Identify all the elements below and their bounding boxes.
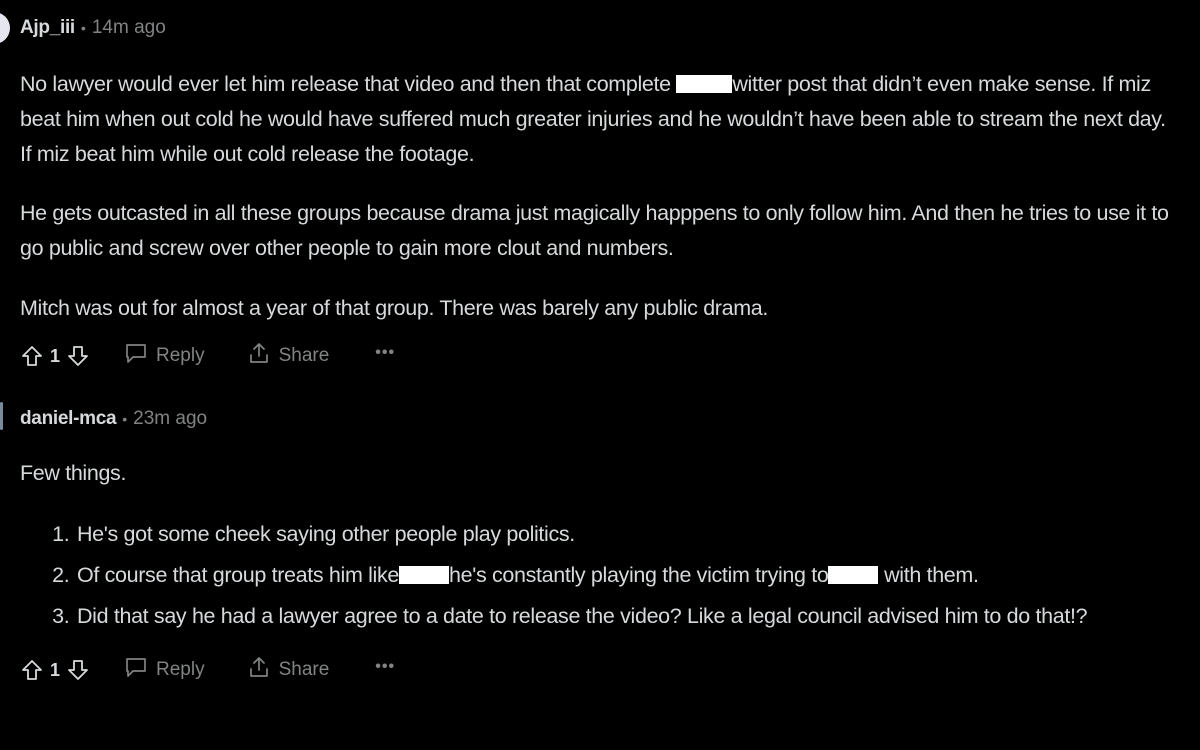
list-item-text: with them. xyxy=(878,563,979,587)
redaction-box xyxy=(828,566,879,584)
comment-actions: 1 Reply Share ••• xyxy=(20,339,1180,373)
comment: Ajp_iii • 14m ago No lawyer would ever l… xyxy=(20,13,1180,373)
share-button[interactable]: Share xyxy=(247,341,330,371)
list-item-text: Of course that group treats him like xyxy=(77,563,399,587)
comment-meta: daniel-mca • 23m ago xyxy=(20,404,1180,434)
reply-icon xyxy=(124,656,156,684)
share-icon xyxy=(247,341,279,371)
upvote-icon[interactable] xyxy=(20,658,44,682)
list-item-text: he's constantly playing the victim tryin… xyxy=(449,563,829,587)
redaction-box xyxy=(399,566,449,584)
list-item-text: He's got some cheek saying other people … xyxy=(77,522,575,546)
vote-controls: 1 xyxy=(20,344,90,368)
comment-intro: Few things. xyxy=(20,461,127,485)
comment-timestamp[interactable]: 14m ago xyxy=(92,17,166,39)
share-icon xyxy=(247,655,279,685)
more-icon[interactable]: ••• xyxy=(375,344,395,362)
thread-line[interactable] xyxy=(0,402,3,430)
reply-label: Reply xyxy=(156,659,205,680)
separator-dot: • xyxy=(122,411,128,427)
separator-dot: • xyxy=(80,20,86,36)
upvote-icon[interactable] xyxy=(20,344,44,368)
vote-count: 1 xyxy=(50,345,61,366)
comment-timestamp[interactable]: 23m ago xyxy=(133,408,207,430)
comment-text: No lawyer would ever let him release tha… xyxy=(20,72,677,96)
comment-meta: Ajp_iii • 14m ago xyxy=(20,13,1180,43)
share-label: Share xyxy=(278,659,330,680)
vote-count: 1 xyxy=(50,659,61,680)
comment-paragraph: No lawyer would ever let him release tha… xyxy=(20,67,1170,172)
comment-thread: Ajp_iii • 14m ago No lawyer would ever l… xyxy=(0,0,1200,750)
downvote-icon[interactable] xyxy=(66,658,90,682)
redaction-box xyxy=(676,75,733,93)
comment-paragraph: Mitch was out for almost a year of that … xyxy=(20,296,769,320)
comment-author[interactable]: Ajp_iii xyxy=(20,17,75,39)
comment-author[interactable]: daniel-mca xyxy=(20,408,117,430)
list-item-text: Did that say he had a lawyer agree to a … xyxy=(77,604,1088,628)
reply-button[interactable]: Reply xyxy=(124,342,205,370)
share-label: Share xyxy=(278,345,330,366)
reply-icon xyxy=(124,342,156,370)
comment-paragraph: He gets outcasted in all these groups be… xyxy=(20,201,1169,260)
comment: daniel-mca • 23m ago Few things. He's go… xyxy=(20,404,1180,687)
list-item: He's got some cheek saying other people … xyxy=(75,514,1170,555)
reply-label: Reply xyxy=(156,345,205,366)
comment-list: He's got some cheek saying other people … xyxy=(20,514,1170,637)
reply-button[interactable]: Reply xyxy=(124,656,205,684)
list-item: Did that say he had a lawyer agree to a … xyxy=(75,596,1170,637)
list-item: Of course that group treats him like he's… xyxy=(75,555,1170,596)
comment-actions: 1 Reply Share ••• xyxy=(20,653,1180,687)
avatar[interactable] xyxy=(0,12,10,44)
share-button[interactable]: Share xyxy=(247,655,330,685)
more-icon[interactable]: ••• xyxy=(375,658,395,676)
vote-controls: 1 xyxy=(20,658,90,682)
downvote-icon[interactable] xyxy=(66,344,90,368)
